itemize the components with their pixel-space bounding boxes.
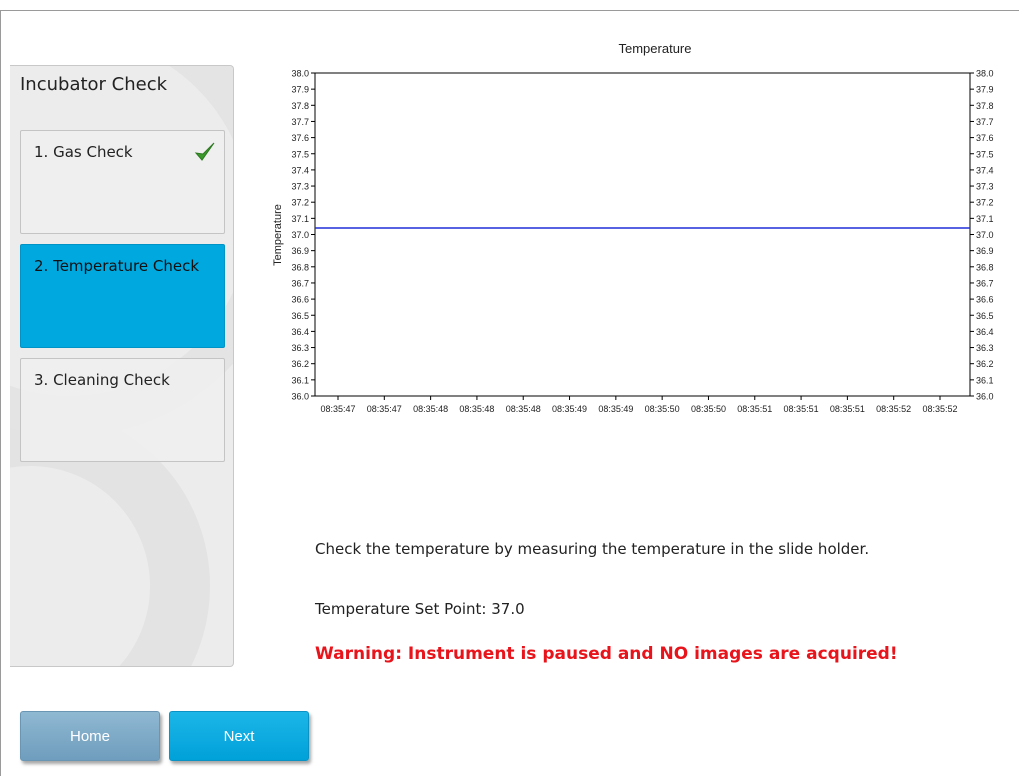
step-gas-check[interactable]: 1. Gas Check: [20, 130, 225, 234]
warning-text: Warning: Instrument is paused and NO ima…: [315, 644, 898, 664]
x-tick-label: 08:35:47: [320, 404, 355, 414]
y-tick-label-left: 36.0: [291, 392, 309, 402]
y-tick-label-right: 36.4: [976, 327, 994, 337]
y-tick-label-left: 37.7: [291, 117, 309, 127]
y-tick-label-right: 36.0: [976, 392, 994, 402]
y-tick-label-right: 37.6: [976, 133, 994, 143]
y-tick-label-left: 36.3: [291, 343, 309, 353]
x-tick-label: 08:35:51: [737, 404, 772, 414]
y-tick-label-left: 37.8: [291, 101, 309, 111]
checkmark-icon: [194, 141, 216, 168]
y-tick-label-right: 36.7: [976, 278, 994, 288]
y-tick-label-right: 36.1: [976, 375, 994, 385]
y-tick-label-left: 37.6: [291, 133, 309, 143]
step-temperature-check[interactable]: 2. Temperature Check: [20, 244, 225, 348]
y-tick-label-left: 37.1: [291, 214, 309, 224]
window-border-top: [0, 10, 1019, 11]
y-tick-label-left: 36.4: [291, 327, 309, 337]
y-tick-label-left: 36.6: [291, 295, 309, 305]
x-tick-label: 08:35:51: [830, 404, 865, 414]
y-tick-label-left: 37.5: [291, 149, 309, 159]
y-tick-label-right: 37.4: [976, 165, 994, 175]
y-tick-label-right: 36.5: [976, 311, 994, 321]
x-tick-label: 08:35:48: [459, 404, 494, 414]
y-tick-label-left: 37.4: [291, 165, 309, 175]
y-tick-label-left: 37.9: [291, 85, 309, 95]
step-label: 3. Cleaning Check: [34, 371, 170, 389]
temperature-chart: Temperature Temperature 36.0 36.1 36.2 36.3…: [260, 36, 1010, 436]
y-tick-label-right: 36.8: [976, 262, 994, 272]
x-tick-label: 08:35:48: [413, 404, 448, 414]
sidebar-title: Incubator Check: [20, 74, 168, 95]
y-tick-label-right: 37.8: [976, 101, 994, 111]
step-cleaning-check[interactable]: 3. Cleaning Check: [20, 358, 225, 462]
x-tick-label: 08:35:50: [645, 404, 680, 414]
y-tick-label-left: 38.0: [291, 69, 309, 79]
plot-area: [314, 72, 971, 397]
x-tick-label: 08:35:52: [922, 404, 957, 414]
y-tick-label-right: 36.2: [976, 359, 994, 369]
y-tick-label-left: 37.3: [291, 182, 309, 192]
next-button[interactable]: Next: [169, 711, 309, 761]
y-tick-label-left: 36.5: [291, 311, 309, 321]
y-tick-label-right: 36.9: [976, 246, 994, 256]
y-tick-label-left: 36.8: [291, 262, 309, 272]
y-tick-label-left: 36.9: [291, 246, 309, 256]
instruction-text: Check the temperature by measuring the t…: [315, 540, 870, 558]
x-tick-label: 08:35:51: [784, 404, 819, 414]
x-tick-label: 08:35:50: [691, 404, 726, 414]
y-tick-label-right: 38.0: [976, 69, 994, 79]
x-tick-label: 08:35:49: [598, 404, 633, 414]
y-tick-label-right: 37.5: [976, 149, 994, 159]
y-tick-label-right: 36.3: [976, 343, 994, 353]
x-tick-label: 08:35:47: [367, 404, 402, 414]
home-button[interactable]: Home: [20, 711, 160, 761]
y-tick-label-left: 37.0: [291, 230, 309, 240]
y-axis-label: Temperature: [272, 204, 284, 266]
step-sidebar: Incubator Check 1. Gas Check 2. Temperat…: [10, 65, 234, 667]
temperature-chart-svg: Temperature Temperature 36.0 36.1 36.2 36.3…: [272, 41, 994, 414]
y-tick-label-left: 37.2: [291, 198, 309, 208]
x-tick-label: 08:35:52: [876, 404, 911, 414]
y-tick-label-right: 36.6: [976, 295, 994, 305]
set-point-text: Temperature Set Point: 37.0: [315, 600, 525, 618]
y-tick-label-right: 37.0: [976, 230, 994, 240]
y-tick-label-right: 37.7: [976, 117, 994, 127]
y-tick-label-right: 37.9: [976, 85, 994, 95]
chart-title: Temperature: [619, 41, 692, 56]
y-tick-label-left: 36.7: [291, 278, 309, 288]
step-label: 2. Temperature Check: [34, 257, 200, 275]
x-tick-label: 08:35:48: [506, 404, 541, 414]
x-tick-label: 08:35:49: [552, 404, 587, 414]
y-tick-label-right: 37.1: [976, 214, 994, 224]
y-tick-label-left: 36.1: [291, 375, 309, 385]
window-border-left: [0, 10, 1, 776]
y-tick-label-right: 37.2: [976, 198, 994, 208]
step-label: 1. Gas Check: [34, 143, 133, 161]
y-tick-label-left: 36.2: [291, 359, 309, 369]
y-tick-label-right: 37.3: [976, 182, 994, 192]
